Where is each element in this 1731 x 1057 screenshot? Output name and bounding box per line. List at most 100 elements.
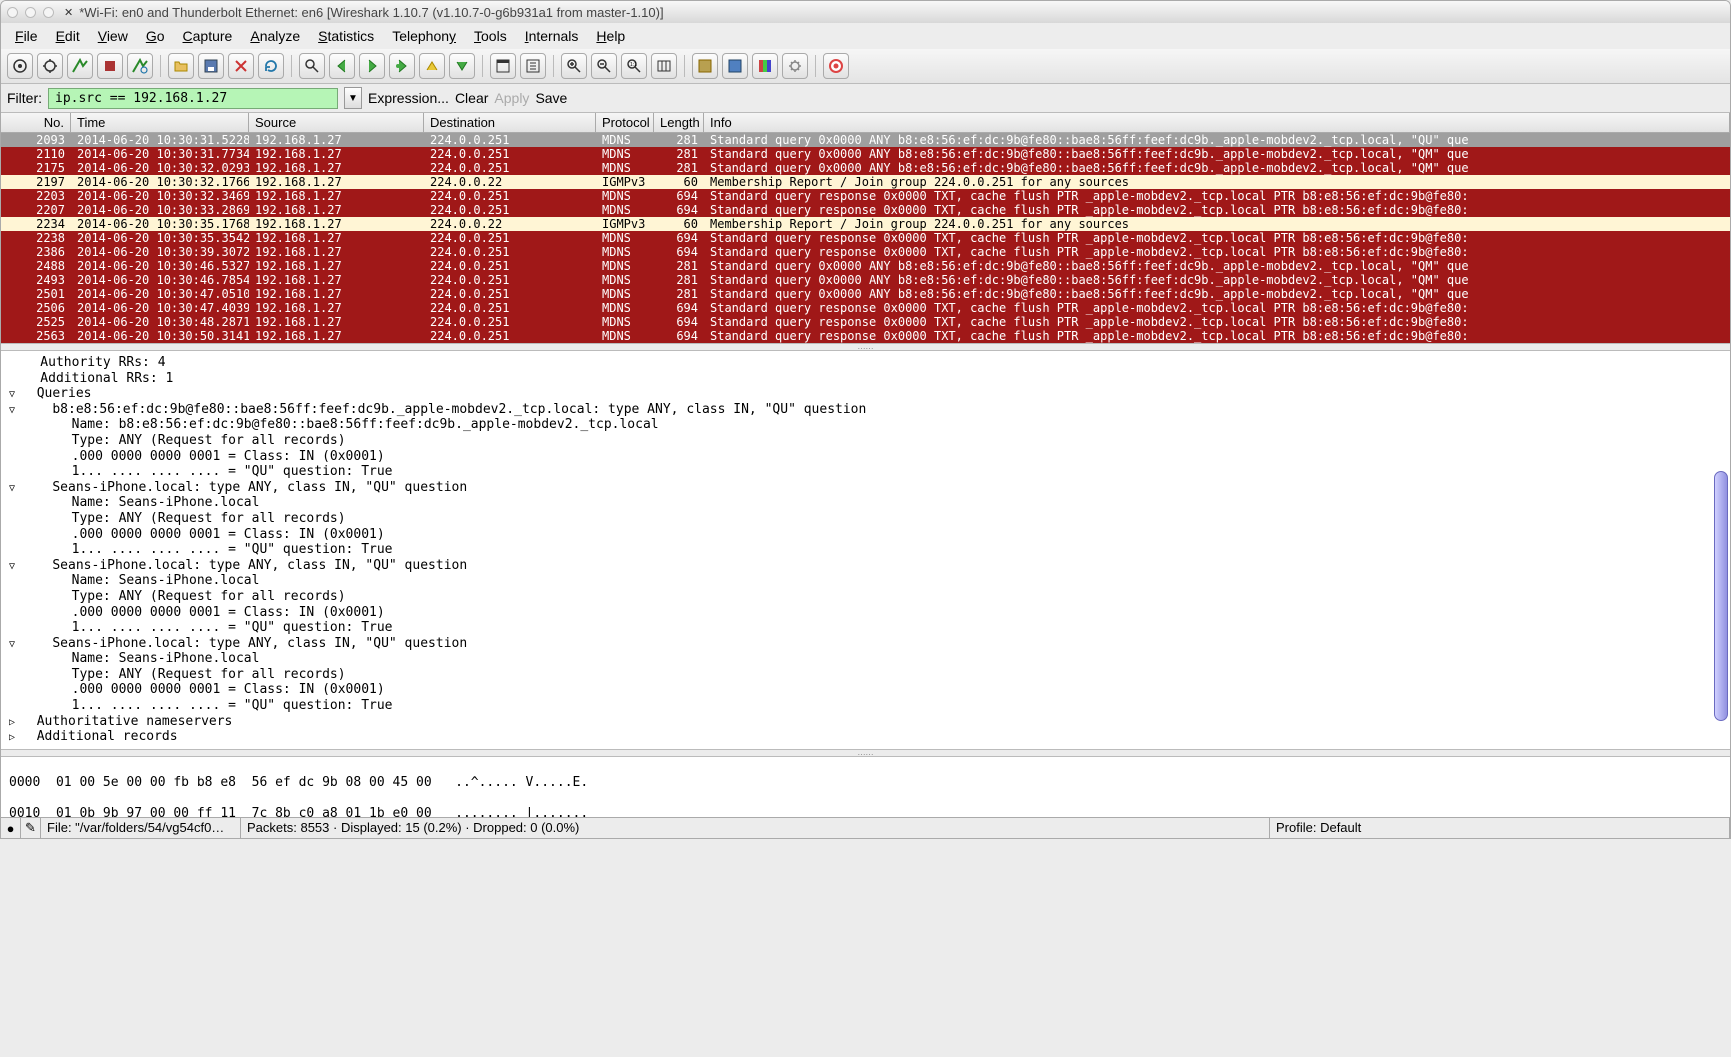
packet-row[interactable]: 25252014-06-20 10:30:48.2871590192.168.1…: [1, 315, 1730, 329]
query-node[interactable]: Seans-iPhone.local: type ANY, class IN, …: [9, 636, 1722, 652]
packet-details-pane[interactable]: Authority RRs: 4 Additional RRs: 1 Queri…: [1, 351, 1730, 749]
packet-row[interactable]: 22342014-06-20 10:30:35.1768600192.168.1…: [1, 217, 1730, 231]
preferences-button[interactable]: [782, 53, 808, 79]
col-protocol[interactable]: Protocol: [596, 113, 654, 132]
packet-row[interactable]: 25632014-06-20 10:30:50.3141520192.168.1…: [1, 329, 1730, 343]
details-scrollbar[interactable]: [1714, 471, 1728, 721]
hex-line[interactable]: 0010 01 0b 9b 97 00 00 ff 11 7c 8b c0 a8…: [9, 806, 1722, 817]
capture-filters-button[interactable]: [692, 53, 718, 79]
expert-info-icon[interactable]: ●: [1, 818, 21, 838]
go-forward-button[interactable]: [359, 53, 385, 79]
packet-row[interactable]: 22382014-06-20 10:30:35.3542170192.168.1…: [1, 231, 1730, 245]
col-no[interactable]: No.: [1, 113, 71, 132]
detail-line[interactable]: 1... .... .... .... = "QU" question: Tru…: [9, 620, 1722, 636]
zoom-reset-button[interactable]: 1:1: [621, 53, 647, 79]
detail-line[interactable]: Additional RRs: 1: [9, 371, 1722, 387]
restart-capture-button[interactable]: [127, 53, 153, 79]
go-last-button[interactable]: [449, 53, 475, 79]
query-node[interactable]: Seans-iPhone.local: type ANY, class IN, …: [9, 480, 1722, 496]
zoom-window-button[interactable]: [43, 7, 54, 18]
hex-line[interactable]: 0000 01 00 5e 00 00 fb b8 e8 56 ef dc 9b…: [9, 775, 1722, 791]
col-source[interactable]: Source: [249, 113, 424, 132]
detail-line[interactable]: .000 0000 0000 0001 = Class: IN (0x0001): [9, 527, 1722, 543]
detail-line[interactable]: Authority RRs: 4: [9, 355, 1722, 371]
packet-row[interactable]: 23862014-06-20 10:30:39.3072650192.168.1…: [1, 245, 1730, 259]
packet-row[interactable]: 21752014-06-20 10:30:32.0293290192.168.1…: [1, 161, 1730, 175]
packet-row[interactable]: 20932014-06-20 10:30:31.5228200192.168.1…: [1, 133, 1730, 147]
packet-row[interactable]: 21972014-06-20 10:30:32.1766610192.168.1…: [1, 175, 1730, 189]
menu-help[interactable]: Help: [588, 26, 633, 46]
detail-line[interactable]: 1... .... .... .... = "QU" question: Tru…: [9, 698, 1722, 714]
authoritative-node[interactable]: Authoritative nameservers: [9, 714, 1722, 730]
find-button[interactable]: [299, 53, 325, 79]
packet-row[interactable]: 22072014-06-20 10:30:33.2869630192.168.1…: [1, 203, 1730, 217]
packet-row[interactable]: 21102014-06-20 10:30:31.7734380192.168.1…: [1, 147, 1730, 161]
col-length[interactable]: Length: [654, 113, 704, 132]
menu-go[interactable]: Go: [138, 26, 173, 46]
filter-dropdown[interactable]: ▼: [344, 87, 362, 109]
menu-telephony[interactable]: Telephony: [384, 26, 464, 46]
query-node[interactable]: b8:e8:56:ef:dc:9b@fe80::bae8:56ff:feef:d…: [9, 402, 1722, 418]
packet-row[interactable]: 24932014-06-20 10:30:46.7854700192.168.1…: [1, 273, 1730, 287]
detail-line[interactable]: Type: ANY (Request for all records): [9, 667, 1722, 683]
detail-line[interactable]: Name: Seans-iPhone.local: [9, 573, 1722, 589]
menu-capture[interactable]: Capture: [175, 26, 241, 46]
detail-line[interactable]: 1... .... .... .... = "QU" question: Tru…: [9, 464, 1722, 480]
save-file-button[interactable]: [198, 53, 224, 79]
packet-row[interactable]: 25062014-06-20 10:30:47.4039320192.168.1…: [1, 301, 1730, 315]
start-capture-button[interactable]: [67, 53, 93, 79]
packet-row[interactable]: 24882014-06-20 10:30:46.5327650192.168.1…: [1, 259, 1730, 273]
col-time[interactable]: Time: [71, 113, 249, 132]
go-back-button[interactable]: [329, 53, 355, 79]
open-file-button[interactable]: [168, 53, 194, 79]
clear-button[interactable]: Clear: [455, 90, 488, 106]
zoom-out-button[interactable]: [591, 53, 617, 79]
menu-analyze[interactable]: Analyze: [242, 26, 308, 46]
packet-list-header[interactable]: No. Time Source Destination Protocol Len…: [1, 112, 1730, 133]
menu-file[interactable]: File: [7, 26, 46, 46]
detail-line[interactable]: Name: b8:e8:56:ef:dc:9b@fe80::bae8:56ff:…: [9, 417, 1722, 433]
options-button[interactable]: [37, 53, 63, 79]
detail-line[interactable]: Name: Seans-iPhone.local: [9, 651, 1722, 667]
menu-internals[interactable]: Internals: [517, 26, 587, 46]
go-first-button[interactable]: [419, 53, 445, 79]
packet-row[interactable]: 25012014-06-20 10:30:47.0510140192.168.1…: [1, 287, 1730, 301]
detail-line[interactable]: Type: ANY (Request for all records): [9, 433, 1722, 449]
resize-columns-button[interactable]: [651, 53, 677, 79]
coloring-rules-button[interactable]: [752, 53, 778, 79]
col-destination[interactable]: Destination: [424, 113, 596, 132]
detail-line[interactable]: Type: ANY (Request for all records): [9, 511, 1722, 527]
stop-capture-button[interactable]: [97, 53, 123, 79]
menu-edit[interactable]: Edit: [48, 26, 88, 46]
additional-node[interactable]: Additional records: [9, 729, 1722, 745]
col-info[interactable]: Info: [704, 113, 1730, 132]
apply-button[interactable]: Apply: [494, 90, 529, 106]
go-to-packet-button[interactable]: [389, 53, 415, 79]
capture-comment-icon[interactable]: ✎: [21, 818, 41, 838]
interfaces-button[interactable]: [7, 53, 33, 79]
expression-button[interactable]: Expression...: [368, 90, 449, 106]
zoom-in-button[interactable]: [561, 53, 587, 79]
minimize-window-button[interactable]: [25, 7, 36, 18]
detail-line[interactable]: .000 0000 0000 0001 = Class: IN (0x0001): [9, 449, 1722, 465]
detail-line[interactable]: Type: ANY (Request for all records): [9, 589, 1722, 605]
colorize-button[interactable]: [490, 53, 516, 79]
help-button[interactable]: [823, 53, 849, 79]
detail-line[interactable]: .000 0000 0000 0001 = Class: IN (0x0001): [9, 605, 1722, 621]
auto-scroll-button[interactable]: [520, 53, 546, 79]
display-filters-button[interactable]: [722, 53, 748, 79]
pane-splitter-2[interactable]: ······: [1, 749, 1730, 757]
queries-node[interactable]: Queries: [9, 386, 1722, 402]
reload-button[interactable]: [258, 53, 284, 79]
save-filter-button[interactable]: Save: [535, 90, 567, 106]
detail-line[interactable]: Name: Seans-iPhone.local: [9, 495, 1722, 511]
packet-row[interactable]: 22032014-06-20 10:30:32.3469050192.168.1…: [1, 189, 1730, 203]
menu-statistics[interactable]: Statistics: [310, 26, 382, 46]
filter-input[interactable]: [48, 88, 338, 109]
query-node[interactable]: Seans-iPhone.local: type ANY, class IN, …: [9, 558, 1722, 574]
status-profile[interactable]: Profile: Default: [1270, 818, 1730, 838]
close-file-button[interactable]: [228, 53, 254, 79]
pane-splitter-1[interactable]: ······: [1, 343, 1730, 351]
detail-line[interactable]: 1... .... .... .... = "QU" question: Tru…: [9, 542, 1722, 558]
detail-line[interactable]: .000 0000 0000 0001 = Class: IN (0x0001): [9, 682, 1722, 698]
